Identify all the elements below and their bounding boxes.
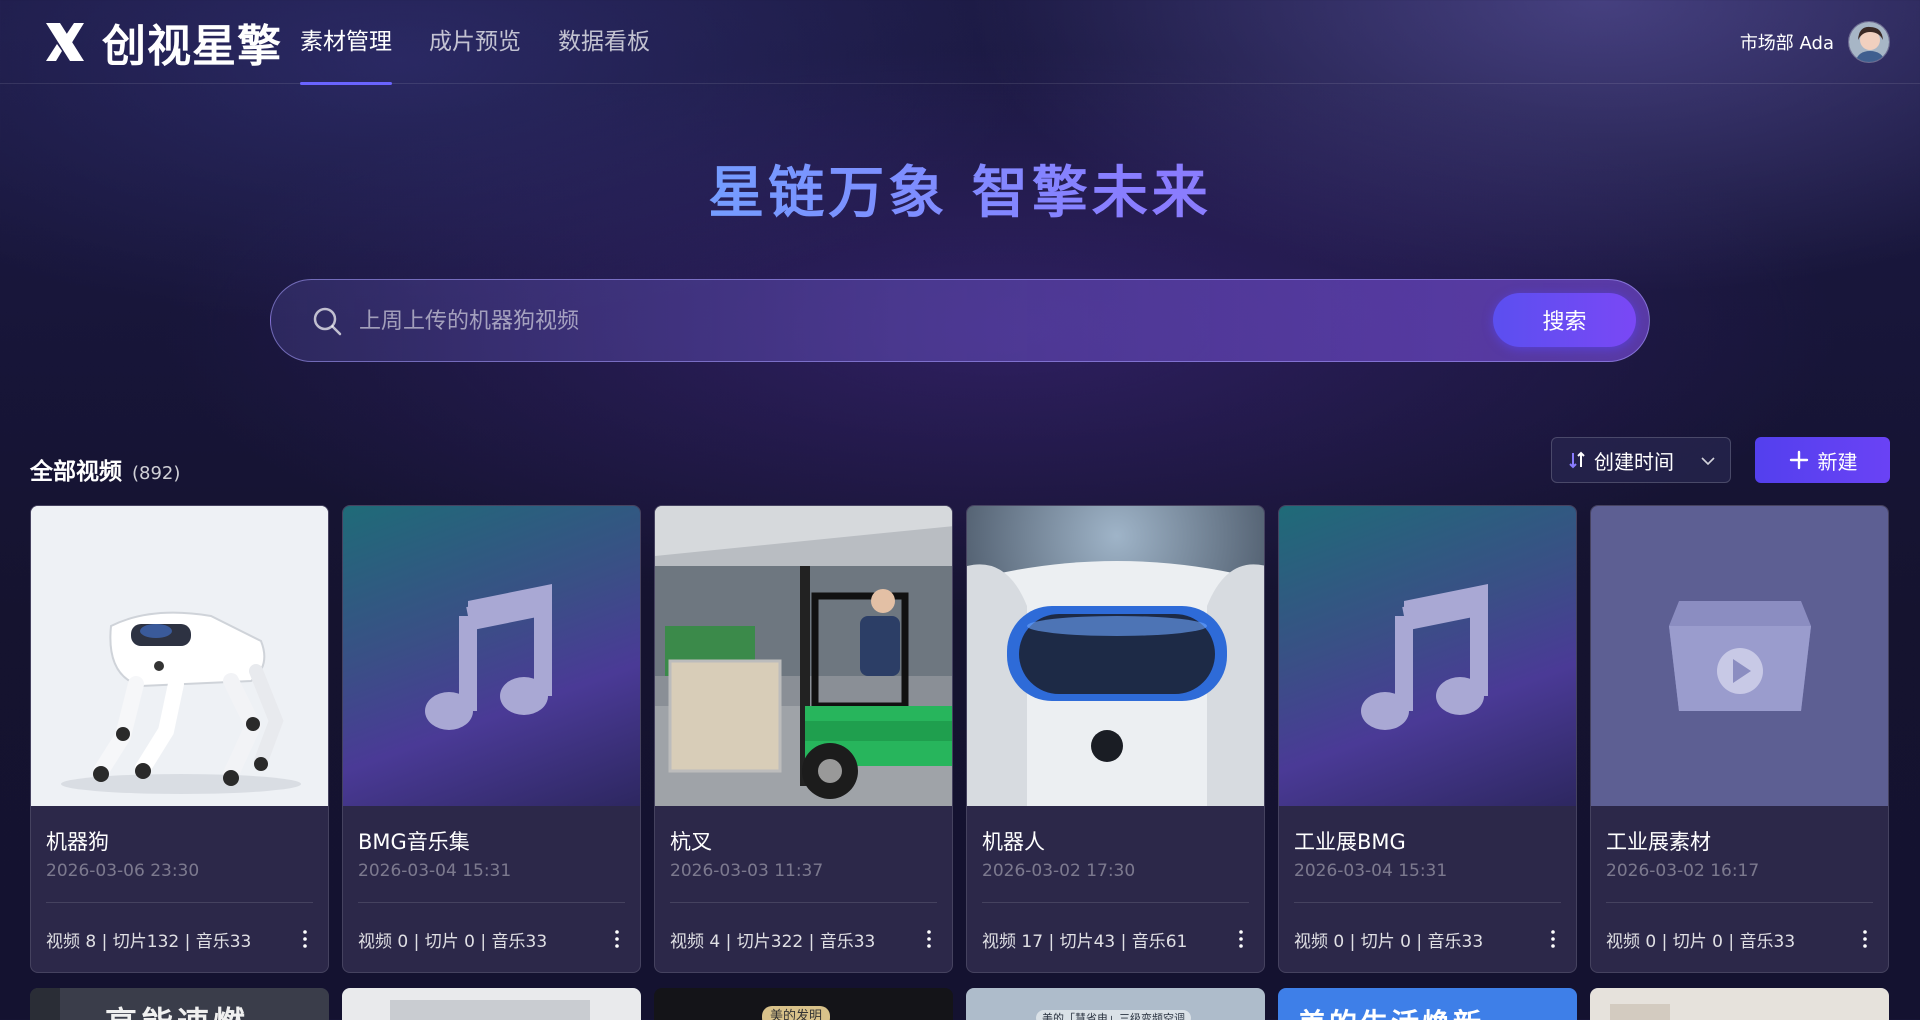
video-card[interactable]: 机器狗 2026-03-06 23:30 视频 8 | 切片132 | 音乐33 <box>30 505 329 973</box>
video-card[interactable]: 工业展BMG 2026-03-04 15:31 视频 0 | 切片 0 | 音乐… <box>1278 505 1577 973</box>
app-logo[interactable]: 创视星擎 <box>42 14 282 72</box>
search-bar: 搜索 <box>270 279 1650 362</box>
music-note-icon <box>425 584 552 730</box>
empty-folder-icon <box>1669 601 1811 711</box>
card-title: 机器人 <box>982 830 1045 854</box>
card-divider <box>1294 902 1561 903</box>
video-card-partial[interactable]: 美的发明 <box>654 988 953 1020</box>
robot-head-image <box>967 506 1264 806</box>
video-card-partial[interactable]: 高能速燃 <box>30 988 329 1020</box>
video-card-partial[interactable] <box>342 988 641 1020</box>
card-divider <box>1606 902 1873 903</box>
card-date: 2026-03-02 16:17 <box>1606 861 1760 881</box>
partial-card-text: 美的发明 <box>762 1006 831 1020</box>
user-menu[interactable]: 市场部 Ada <box>1740 20 1890 64</box>
card-thumbnail <box>1279 506 1576 806</box>
new-button-label: 新建 <box>1817 449 1858 474</box>
sort-icon <box>1569 451 1585 469</box>
card-stats: 视频 4 | 切片322 | 音乐33 <box>670 932 876 952</box>
forklift-image <box>655 506 952 806</box>
more-vertical-icon[interactable] <box>1238 929 1244 949</box>
sort-dropdown[interactable]: 创建时间 <box>1551 437 1731 483</box>
video-card-partial[interactable] <box>1590 988 1889 1020</box>
video-card[interactable]: 杭叉 2026-03-03 11:37 视频 4 | 切片322 | 音乐33 <box>654 505 953 973</box>
search-icon <box>313 307 342 336</box>
partial-card-text: 美的「慧省电」三级变频空调 <box>1036 1010 1191 1020</box>
card-title: 杭叉 <box>670 830 712 854</box>
card-date: 2026-03-06 23:30 <box>46 861 200 881</box>
music-note-icon <box>1361 584 1488 730</box>
card-stats: 视频 0 | 切片 0 | 音乐33 <box>1606 932 1796 952</box>
robot-dog-image <box>31 506 328 806</box>
card-divider <box>670 902 937 903</box>
card-thumbnail <box>343 506 640 806</box>
card-thumbnail <box>967 506 1264 806</box>
top-header: 创视星擎 素材管理 成片预览 数据看板 市场部 Ada <box>0 0 1920 85</box>
plus-icon <box>1789 450 1808 470</box>
partial-card-text: 高能速燃 <box>105 998 249 1020</box>
card-thumbnail <box>1591 506 1888 806</box>
main-nav: 素材管理 成片预览 数据看板 <box>300 0 687 85</box>
card-stats: 视频 0 | 切片 0 | 音乐33 <box>358 932 548 952</box>
more-vertical-icon[interactable] <box>1550 929 1556 949</box>
more-vertical-icon[interactable] <box>302 929 308 949</box>
video-card-partial[interactable]: 美的生活焕新 <box>1278 988 1577 1020</box>
card-date: 2026-03-04 15:31 <box>1294 861 1448 881</box>
nav-item-material[interactable]: 素材管理 <box>300 0 392 85</box>
section-header: 全部视频 (892) <box>30 452 180 486</box>
search-input[interactable] <box>359 298 1359 344</box>
nav-item-preview[interactable]: 成片预览 <box>429 0 521 84</box>
card-title: 工业展BMG <box>1294 830 1406 854</box>
partial-card-text: 美的生活焕新 <box>1298 1002 1484 1020</box>
search-button[interactable]: 搜索 <box>1493 293 1636 347</box>
chevron-down-icon <box>1701 457 1715 466</box>
new-button[interactable]: 新建 <box>1755 437 1890 483</box>
card-title: 工业展素材 <box>1606 830 1711 854</box>
more-vertical-icon[interactable] <box>614 929 620 949</box>
card-divider <box>46 902 313 903</box>
card-divider <box>358 902 625 903</box>
video-card[interactable]: BMG音乐集 2026-03-04 15:31 视频 0 | 切片 0 | 音乐… <box>342 505 641 973</box>
user-name: 市场部 Ada <box>1739 33 1834 54</box>
card-stats: 视频 0 | 切片 0 | 音乐33 <box>1294 932 1484 952</box>
more-vertical-icon[interactable] <box>1862 929 1868 949</box>
card-date: 2026-03-02 17:30 <box>982 861 1136 881</box>
video-count: (892) <box>132 463 181 484</box>
app-name: 创视星擎 <box>102 21 282 72</box>
card-title: 机器狗 <box>46 830 109 854</box>
video-card-partial[interactable]: 美的「慧省电」三级变频空调 <box>966 988 1265 1020</box>
card-stats: 视频 17 | 切片43 | 音乐61 <box>982 932 1188 952</box>
hero-slogan: 星链万象 智擎未来 <box>0 148 1920 229</box>
card-date: 2026-03-03 11:37 <box>670 861 824 881</box>
video-card[interactable]: 工业展素材 2026-03-02 16:17 视频 0 | 切片 0 | 音乐3… <box>1590 505 1889 973</box>
card-title: BMG音乐集 <box>358 830 470 854</box>
more-vertical-icon[interactable] <box>926 929 932 949</box>
video-card[interactable]: 机器人 2026-03-02 17:30 视频 17 | 切片43 | 音乐61 <box>966 505 1265 973</box>
avatar-image <box>1849 22 1889 62</box>
avatar[interactable] <box>1848 21 1890 63</box>
card-date: 2026-03-04 15:31 <box>358 861 512 881</box>
nav-item-dashboard[interactable]: 数据看板 <box>558 0 650 84</box>
card-thumbnail <box>31 506 328 806</box>
section-title: 全部视频 <box>30 459 122 485</box>
logo-x-icon <box>46 23 84 61</box>
sort-label: 创建时间 <box>1594 449 1674 474</box>
card-stats: 视频 8 | 切片132 | 音乐33 <box>46 932 252 952</box>
card-divider <box>982 902 1249 903</box>
card-thumbnail <box>655 506 952 806</box>
